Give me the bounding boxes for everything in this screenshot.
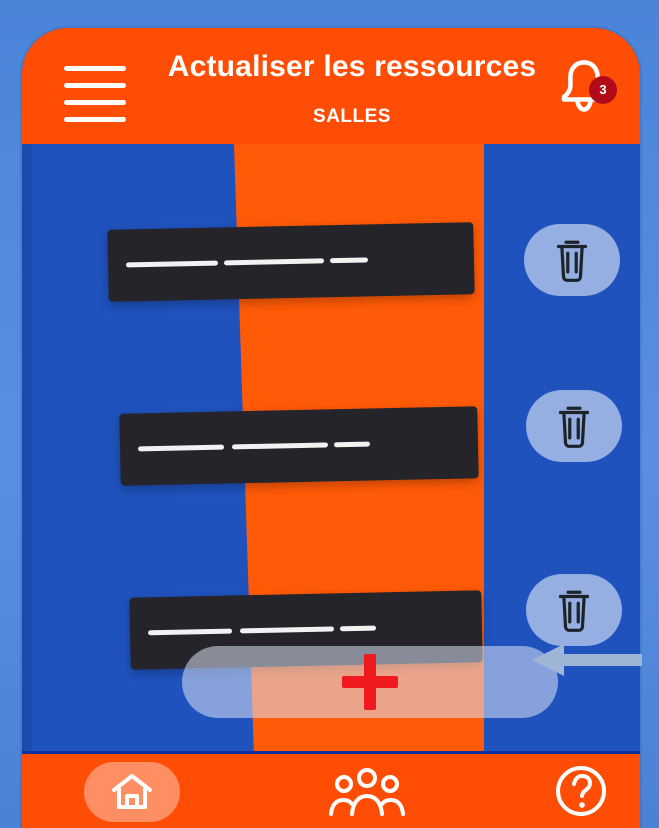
menu-bar-line bbox=[64, 66, 126, 71]
redacted-text bbox=[147, 628, 233, 636]
delete-resource-button[interactable] bbox=[526, 390, 622, 462]
redacted-text bbox=[333, 441, 371, 448]
bottom-navigation bbox=[22, 751, 640, 828]
resource-row[interactable] bbox=[107, 222, 475, 302]
trash-icon bbox=[556, 240, 588, 282]
arrow-left-icon bbox=[532, 640, 642, 680]
people-icon bbox=[329, 768, 405, 816]
help-tab[interactable] bbox=[550, 760, 612, 822]
redacted-text bbox=[231, 442, 329, 450]
page-title: Actualiser les ressources bbox=[167, 50, 537, 83]
home-icon bbox=[112, 774, 152, 809]
page-subtitle: SALLES bbox=[313, 106, 391, 127]
menu-icon[interactable] bbox=[64, 66, 126, 122]
redacted-text bbox=[125, 260, 219, 268]
redacted-text bbox=[339, 625, 377, 632]
notification-badge: 3 bbox=[589, 76, 617, 104]
users-tab[interactable] bbox=[322, 762, 412, 822]
delete-resource-button[interactable] bbox=[524, 224, 620, 296]
home-tab[interactable] bbox=[84, 762, 180, 822]
app-screen: Actualiser les ressources SALLES 3 bbox=[22, 28, 640, 828]
delete-resource-button[interactable] bbox=[526, 574, 622, 646]
trash-icon bbox=[558, 590, 590, 632]
redacted-text bbox=[239, 626, 335, 634]
trash-icon bbox=[558, 406, 590, 448]
resource-row[interactable] bbox=[119, 406, 479, 486]
help-icon bbox=[556, 766, 606, 816]
redacted-text bbox=[223, 258, 325, 266]
add-resource-button[interactable] bbox=[182, 646, 558, 718]
redacted-text bbox=[329, 257, 369, 264]
redacted-text bbox=[137, 444, 225, 452]
notifications-button[interactable]: 3 bbox=[555, 56, 617, 114]
menu-bar-line bbox=[64, 83, 126, 88]
plus-icon bbox=[338, 650, 402, 714]
menu-bar-line bbox=[64, 117, 126, 122]
top-app-bar: Actualiser les ressources SALLES 3 bbox=[22, 28, 640, 147]
left-panel-shade bbox=[22, 144, 32, 758]
menu-bar-line bbox=[64, 100, 126, 105]
